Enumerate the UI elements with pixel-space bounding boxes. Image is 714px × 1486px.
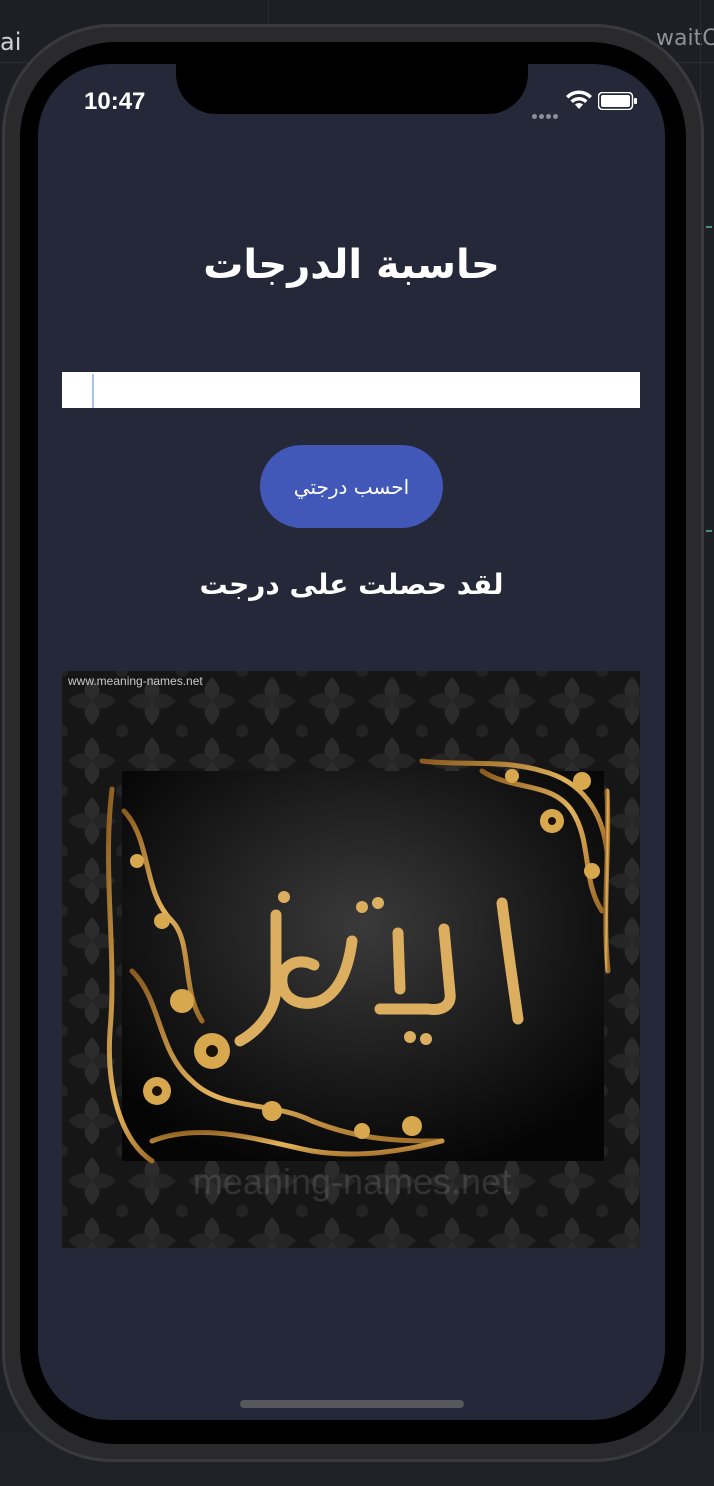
signal-icon <box>532 104 560 123</box>
wifi-icon <box>566 90 592 109</box>
notch <box>176 64 528 114</box>
battery-icon <box>598 92 637 110</box>
background-text-left: ai <box>0 28 22 56</box>
grade-input[interactable] <box>62 372 640 408</box>
background-marker <box>706 530 712 532</box>
result-text: لقد حصلت على درجت <box>199 568 504 601</box>
text-caret <box>92 374 94 408</box>
status-icons <box>532 90 642 119</box>
image-watermark-faint: meaning-names.net <box>192 1161 512 1202</box>
background-marker <box>706 226 712 228</box>
image-watermark: www.meaning-names.net <box>68 674 203 688</box>
result-image: www.meaning-names.net meaning-names.net <box>62 671 640 1248</box>
home-indicator[interactable] <box>240 1400 464 1408</box>
phone-screen: 10:47 حاسبة الدرجات احسب درجتي لقد حصلت … <box>38 64 665 1420</box>
status-time: 10:47 <box>84 88 146 115</box>
background-text-right: waitC <box>656 26 714 51</box>
calculate-grade-button[interactable]: احسب درجتي <box>260 445 443 528</box>
page-title: حاسبة الدرجات <box>203 242 500 288</box>
